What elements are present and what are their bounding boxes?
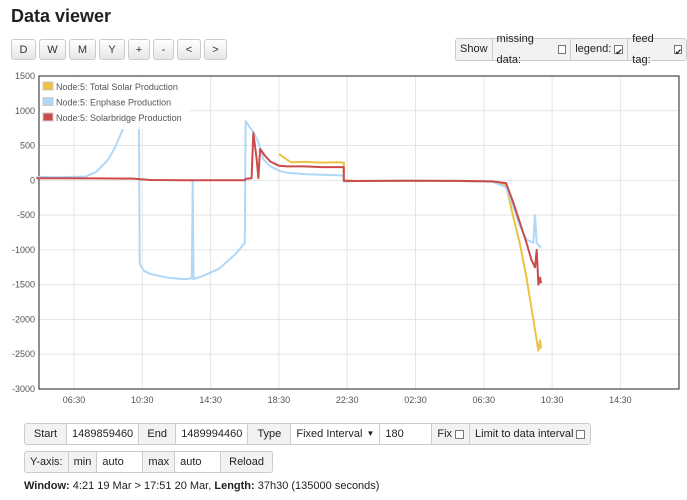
missing-data-checkbox[interactable]	[557, 45, 567, 54]
feed-tag-option[interactable]: feed tag:	[628, 33, 686, 66]
y-tick-label: 1500	[15, 71, 35, 81]
week-button[interactable]: W	[39, 39, 66, 60]
legend-label: Node:5: Solarbridge Production	[56, 113, 182, 123]
y-tick-label: -1000	[12, 245, 35, 255]
zoom-out-button[interactable]: -	[153, 39, 174, 60]
window-value: 4:21 19 Mar > 17:51 20 Mar,	[72, 480, 212, 492]
day-button[interactable]: D	[11, 39, 36, 60]
x-tick-label: 02:30	[404, 395, 427, 405]
limit-label: Limit to data interval	[475, 428, 574, 440]
chevron-down-icon: ▼	[366, 429, 375, 438]
reload-button[interactable]: Reload	[221, 452, 272, 472]
type-select-value: Fixed Interval	[296, 428, 363, 440]
type-select[interactable]: Fixed Interval ▼	[291, 424, 381, 444]
limit-checkbox[interactable]	[576, 429, 586, 439]
missing-data-label: missing data:	[496, 32, 534, 66]
yaxis-controls: Y-axis: min auto max auto Reload	[24, 451, 273, 473]
length-label: Length:	[214, 480, 255, 492]
display-options: Show missing data: legend: feed tag:	[455, 33, 687, 66]
legend-swatch	[42, 97, 54, 106]
start-label: Start	[25, 424, 67, 444]
max-input[interactable]: auto	[175, 452, 222, 472]
legend-checkbox[interactable]	[614, 42, 624, 63]
min-input[interactable]: auto	[97, 452, 144, 472]
end-label: End	[139, 424, 177, 444]
data-chart[interactable]: 06:30 10:30 14:30 18:30 22:30 02:30 06:30 10:30…	[0, 68, 687, 408]
fix-checkbox[interactable]	[455, 429, 465, 439]
x-tick-label: 10:30	[541, 395, 564, 405]
pan-left-button[interactable]: <	[177, 39, 201, 60]
x-tick-label: 06:30	[473, 395, 496, 405]
x-tick-label: 06:30	[63, 395, 86, 405]
y-tick-label: -2500	[12, 349, 35, 359]
feed-tag-checkbox[interactable]	[673, 42, 683, 63]
x-tick-label: 14:30	[199, 395, 222, 405]
window-label: Window:	[24, 480, 70, 492]
x-tick-label: 14:30	[609, 395, 632, 405]
year-button[interactable]: Y	[99, 39, 125, 60]
length-value: 37h30 (135000 seconds)	[257, 480, 380, 492]
y-tick-label: -3000	[12, 384, 35, 394]
legend-label: legend:	[575, 43, 612, 55]
y-tick-label: -1500	[12, 280, 35, 290]
y-tick-label: 0	[30, 175, 35, 185]
show-label: Show	[456, 39, 493, 60]
y-tick-label: -500	[17, 210, 35, 220]
fix-option[interactable]: Fix	[432, 424, 471, 444]
feed-tag-label: feed tag:	[632, 32, 654, 66]
interval-input[interactable]: 180	[380, 424, 433, 444]
end-input[interactable]: 1489994460	[176, 424, 249, 444]
legend-swatch	[42, 112, 54, 122]
y-tick-label: -2000	[12, 314, 35, 324]
zoom-in-button[interactable]: +	[128, 39, 150, 60]
legend-option[interactable]: legend:	[571, 39, 629, 63]
x-tick-label: 18:30	[268, 395, 291, 405]
min-label: min	[69, 452, 98, 472]
missing-data-option[interactable]: missing data:	[493, 33, 572, 66]
page-title: Data viewer	[11, 6, 112, 26]
type-label: Type	[248, 424, 292, 444]
legend-label: Node:5: Enphase Production	[56, 98, 171, 108]
y-tick-label: 1000	[15, 106, 35, 116]
fix-label: Fix	[437, 428, 453, 440]
pan-right-button[interactable]: >	[204, 39, 227, 60]
limit-option[interactable]: Limit to data interval	[470, 424, 590, 444]
legend-label: Node:5: Total Solar Production	[56, 82, 178, 92]
yaxis-label: Y-axis:	[25, 452, 69, 472]
y-tick-label: 500	[20, 141, 35, 151]
legend-swatch	[42, 81, 54, 91]
month-button[interactable]: M	[69, 39, 96, 60]
max-label: max	[143, 452, 176, 472]
start-input[interactable]: 1489859460	[67, 424, 140, 444]
window-info: Window: 4:21 19 Mar > 17:51 20 Mar, Leng…	[24, 480, 379, 492]
x-tick-label: 22:30	[336, 395, 359, 405]
time-controls: Start 1489859460 End 1489994460 Type Fix…	[24, 423, 592, 445]
x-tick-label: 10:30	[131, 395, 154, 405]
